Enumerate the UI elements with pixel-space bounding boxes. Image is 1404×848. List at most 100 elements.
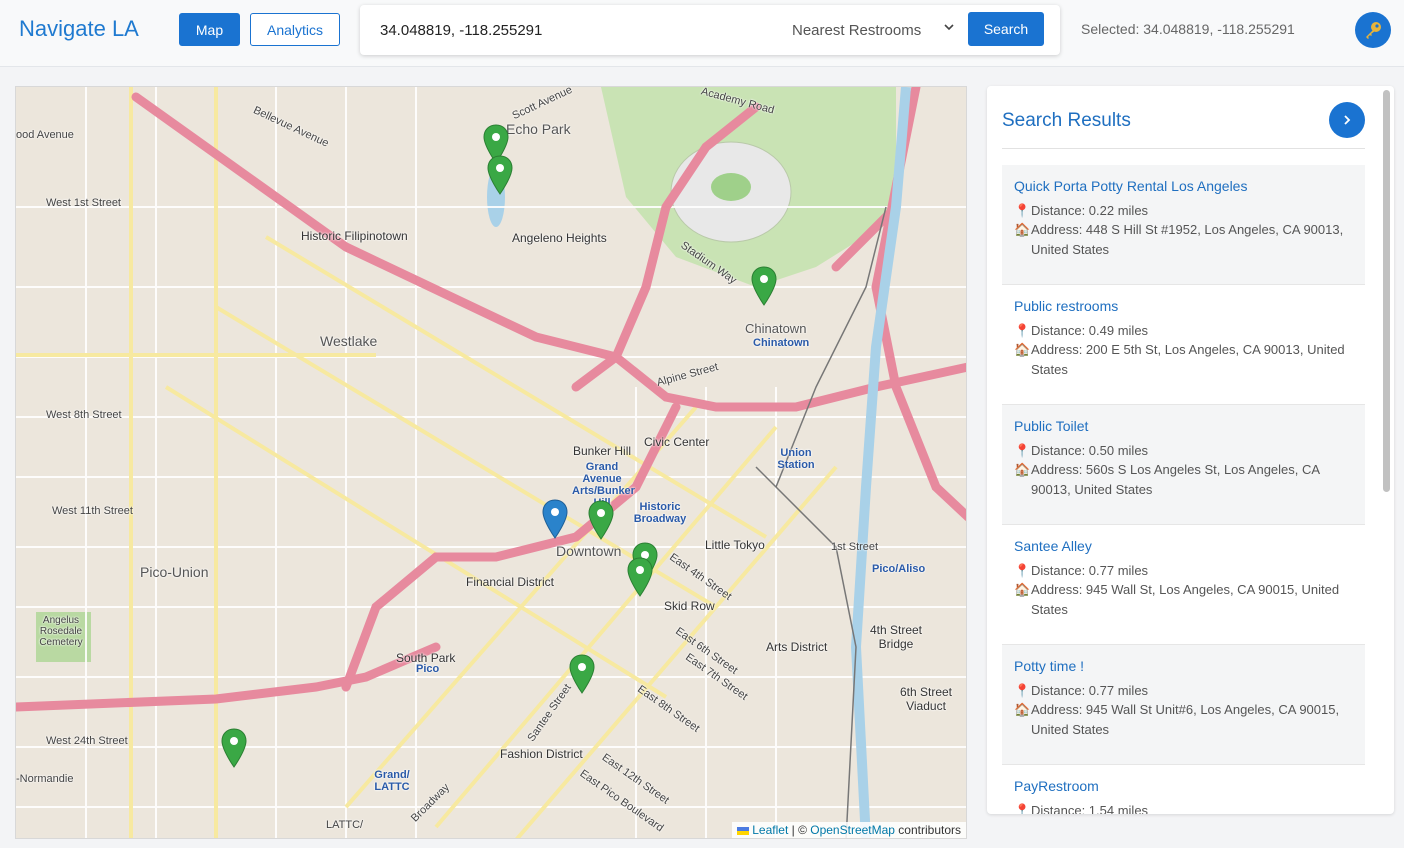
map-label-chinatown: Chinatown xyxy=(745,321,807,336)
pin-icon: 📍 xyxy=(1014,322,1031,338)
map-label-pico-union: Pico-Union xyxy=(140,564,209,580)
search-panel: Nearest Restrooms Search xyxy=(360,5,1060,55)
map-button[interactable]: Map xyxy=(179,13,240,46)
result-item[interactable]: Potty time ! 📍 Distance: 0.77 miles 🏠 Addr… xyxy=(1002,645,1365,765)
selected-location-marker[interactable] xyxy=(542,499,568,539)
house-icon: 🏠 xyxy=(1014,342,1031,357)
house-icon: 🏠 xyxy=(1014,702,1031,717)
map-view[interactable]: Echo Park Angeleno Heights Historic Fili… xyxy=(15,86,967,839)
key-icon xyxy=(1366,22,1381,39)
map-label-civic-center: Civic Center xyxy=(644,435,710,449)
pin-icon: 📍 xyxy=(1014,202,1031,218)
result-distance: Distance: 0.77 miles xyxy=(1031,562,1149,578)
map-label-pico-aliso: Pico/Aliso xyxy=(872,563,926,575)
divider xyxy=(1002,148,1365,149)
result-distance: Distance: 0.22 miles xyxy=(1031,202,1149,218)
restroom-marker[interactable] xyxy=(751,266,777,306)
map-label-angelus-rosedale: Angelus Rosedale Cemetery xyxy=(39,615,83,648)
chevron-right-icon xyxy=(1344,115,1351,125)
results-list: Quick Porta Potty Rental Los Angeles 📍 Di… xyxy=(1002,165,1365,814)
map-label-west-8th: West 8th Street xyxy=(46,409,122,421)
chevron-down-icon xyxy=(944,24,954,31)
top-navbar: Navigate LA Map Analytics Nearest Restro… xyxy=(0,0,1404,67)
ukraine-flag-icon xyxy=(736,826,749,835)
map-label-pico-station: Pico xyxy=(416,663,440,675)
coordinates-input[interactable] xyxy=(380,15,780,45)
results-sidebar: Search Results Quick Porta Potty Rental … xyxy=(987,86,1394,814)
house-icon: 🏠 xyxy=(1014,582,1031,597)
map-label-skid-row: Skid Row xyxy=(664,599,715,613)
result-name[interactable]: Public Toilet xyxy=(1014,417,1353,437)
selected-coordinates: Selected: 34.048819, -118.255291 xyxy=(1081,21,1295,37)
analytics-button[interactable]: Analytics xyxy=(250,13,340,46)
result-address: Address: 945 Wall St, Los Angeles, CA 90… xyxy=(1031,582,1340,617)
result-name[interactable]: Potty time ! xyxy=(1014,657,1353,677)
restroom-marker[interactable] xyxy=(487,155,513,195)
result-item[interactable]: PayRestroom 📍 Distance: 1.54 miles xyxy=(1002,765,1365,814)
result-item[interactable]: Santee Alley 📍 Distance: 0.77 miles 🏠 Addr… xyxy=(1002,525,1365,645)
map-label-bunker-hill: Bunker Hill xyxy=(573,444,632,458)
search-type-value: Nearest Restrooms xyxy=(792,21,922,39)
map-label-6th-street-viaduct: 6th Street Viaduct xyxy=(899,685,953,713)
result-name[interactable]: PayRestroom xyxy=(1014,777,1353,797)
collapse-sidebar-button[interactable] xyxy=(1329,102,1365,138)
map-attribution: Leaflet | © OpenStreetMap contributors xyxy=(731,822,966,838)
result-distance: Distance: 1.54 miles xyxy=(1031,802,1149,815)
house-icon: 🏠 xyxy=(1014,222,1031,237)
pin-icon: 📍 xyxy=(1014,562,1031,578)
login-button[interactable] xyxy=(1355,12,1391,48)
map-label-financial-district: Financial District xyxy=(466,575,555,589)
map-label-good-avenue: ood Avenue xyxy=(16,129,74,141)
pin-icon: 📍 xyxy=(1014,682,1031,698)
result-item[interactable]: Quick Porta Potty Rental Los Angeles 📍 Di… xyxy=(1002,165,1365,285)
restroom-marker[interactable] xyxy=(221,728,247,768)
map-label-west-24th: West 24th Street xyxy=(46,735,128,747)
result-name[interactable]: Santee Alley xyxy=(1014,537,1353,557)
map-label-downtown: Downtown xyxy=(556,543,622,559)
map-label-lattc: LATTC/ xyxy=(326,819,364,831)
map-label-angeleno-heights: Angeleno Heights xyxy=(512,231,607,245)
result-distance: Distance: 0.77 miles xyxy=(1031,682,1149,698)
map-label-4th-street-bridge: 4th Street Bridge xyxy=(869,623,923,651)
attribution-tail: contributors xyxy=(894,823,961,837)
restroom-marker[interactable] xyxy=(588,500,614,540)
result-name[interactable]: Quick Porta Potty Rental Los Angeles xyxy=(1014,177,1353,197)
map-label-1st-street: 1st Street xyxy=(831,541,879,553)
results-title: Search Results xyxy=(1002,110,1131,131)
attribution-separator: | © xyxy=(788,823,811,837)
map-label-westlake: Westlake xyxy=(320,333,378,349)
house-icon: 🏠 xyxy=(1014,462,1031,477)
restroom-marker[interactable] xyxy=(569,654,595,694)
result-address: Address: 560s S Los Angeles St, Los Ange… xyxy=(1031,462,1320,497)
pin-icon: 📍 xyxy=(1014,442,1031,458)
result-distance: Distance: 0.50 miles xyxy=(1031,442,1149,458)
map-label-grand-lattc: Grand/ LATTC xyxy=(374,769,410,793)
result-address: Address: 448 S Hill St #1952, Los Angele… xyxy=(1031,222,1344,257)
map-label-historic-broadway: Historic Broadway xyxy=(633,501,687,525)
result-item[interactable]: Public Toilet 📍 Distance: 0.50 miles 🏠 Add… xyxy=(1002,405,1365,525)
map-label-little-tokyo: Little Tokyo xyxy=(705,538,765,552)
map-label-union-station: Union Station xyxy=(777,447,815,471)
map-label-echo-park: Echo Park xyxy=(506,121,571,137)
leaflet-link[interactable]: Leaflet xyxy=(752,823,788,837)
map-label-normandie: -Normandie xyxy=(16,773,74,785)
pin-icon: 📍 xyxy=(1014,802,1031,815)
app-title[interactable]: Navigate LA xyxy=(19,16,139,42)
map-label-west-11th: West 11th Street xyxy=(52,505,133,517)
sidebar-scrollbar[interactable] xyxy=(1383,90,1390,492)
result-address: Address: 945 Wall St Unit#6, Los Angeles… xyxy=(1031,702,1340,737)
result-distance: Distance: 0.49 miles xyxy=(1031,322,1149,338)
restroom-marker[interactable] xyxy=(627,557,653,597)
result-address: Address: 200 E 5th St, Los Angeles, CA 9… xyxy=(1031,342,1345,377)
search-button[interactable]: Search xyxy=(968,12,1044,46)
map-label-west-1st: West 1st Street xyxy=(46,197,121,209)
map-label-arts-district: Arts District xyxy=(766,640,828,654)
map-tiles xyxy=(16,87,966,838)
result-name[interactable]: Public restrooms xyxy=(1014,297,1353,317)
map-label-fashion-district: Fashion District xyxy=(500,747,583,761)
map-label-chinatown-station: Chinatown xyxy=(753,337,810,349)
search-type-select[interactable]: Nearest Restrooms xyxy=(792,15,960,45)
result-item[interactable]: Public restrooms 📍 Distance: 0.49 miles 🏠… xyxy=(1002,285,1365,405)
openstreetmap-link[interactable]: OpenStreetMap xyxy=(810,823,895,837)
map-label-historic-filipinotown: Historic Filipinotown xyxy=(301,229,408,243)
